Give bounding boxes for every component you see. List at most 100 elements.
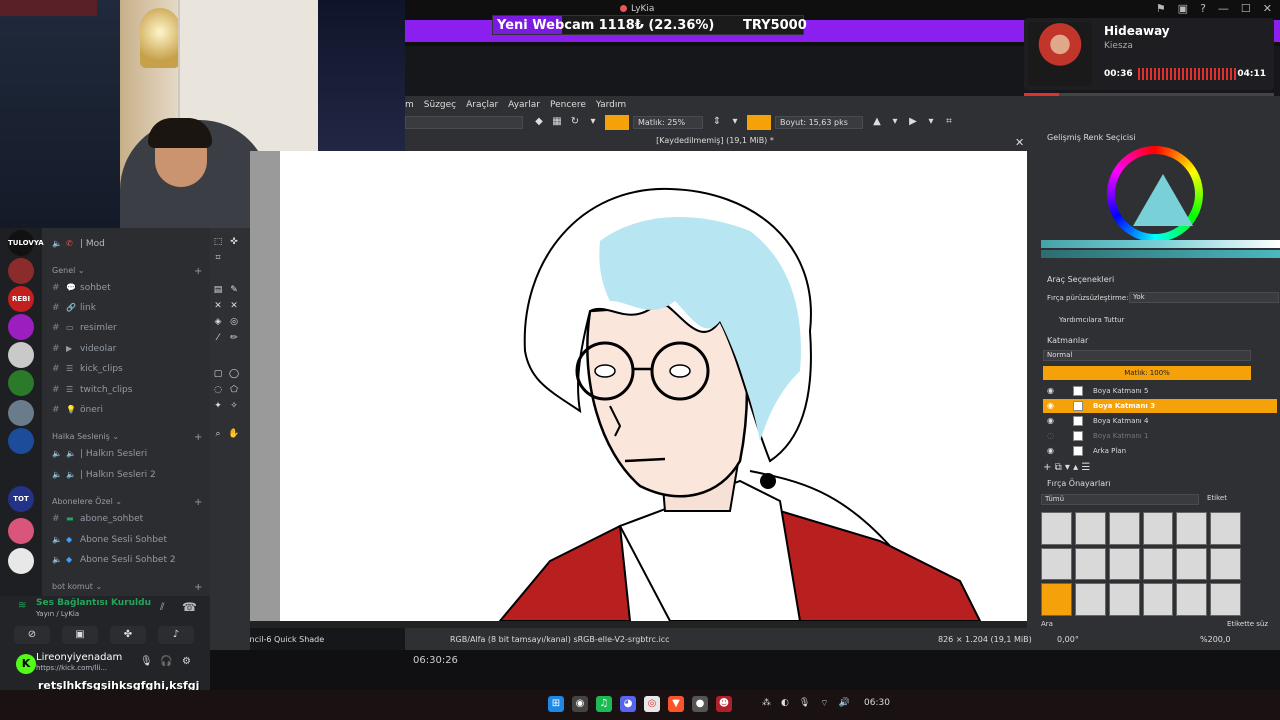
select-icon[interactable]: ⬚ [212,236,224,248]
menu-item-tools[interactable]: Araçlar [466,100,498,110]
server-icon[interactable] [8,428,34,454]
crop-icon[interactable]: ⌗ [212,252,224,264]
add-layer-icon[interactable]: + [1043,462,1051,473]
discord-icon[interactable]: ◕ [620,696,636,712]
drawing-canvas[interactable] [280,151,1027,621]
assist-snap-label[interactable]: Yardımcılara Tuttur [1047,314,1277,326]
activities-button[interactable]: ✤ [110,626,146,644]
server-icon[interactable] [8,370,34,396]
layer-opacity-slider[interactable]: Matlık: 100% [1043,366,1251,380]
server-icon[interactable]: REBI [8,286,34,312]
app-icon[interactable]: ◉ [572,696,588,712]
similar-select-icon[interactable]: ✧ [228,400,240,412]
measure-icon[interactable]: ✕ [228,300,240,312]
add-channel-icon[interactable]: + [194,266,202,277]
brush-icon[interactable]: ✏ [228,332,240,344]
brush-preset[interactable] [1142,583,1174,616]
obs-icon[interactable]: ● [692,696,708,712]
brush-preset[interactable] [1142,547,1174,581]
wifi-icon[interactable]: ⌔ [820,698,828,709]
menu-item-image[interactable]: m [405,100,414,110]
zoom-icon[interactable]: ⌕ [212,428,224,440]
move-down-icon[interactable]: ▾ [1065,462,1070,473]
color-wheel[interactable] [1107,146,1203,242]
menu-item-help[interactable]: Yardım [596,100,626,110]
server-icon[interactable] [8,314,34,340]
brush-preset[interactable] [1176,547,1208,581]
channel-kick-clips[interactable]: # ☰ kick_clips [52,361,123,377]
crop-icon[interactable]: ⌗ [943,116,955,128]
category-halka-seslenis[interactable]: Halka Sesleniş ⌄ + [52,432,202,443]
smoothing-select[interactable]: Yok [1129,292,1279,303]
mirror-icon[interactable]: ▲ [871,116,883,128]
menu-item-window[interactable]: Pencere [550,100,586,110]
eye-icon[interactable]: ◉ [1047,399,1054,413]
brush-preset[interactable] [1176,583,1208,616]
pattern-icon[interactable]: ◎ [228,316,240,328]
brush-tag-button[interactable]: Etiket [1207,494,1227,502]
spotify-icon[interactable]: ♫ [596,696,612,712]
rect-select-icon[interactable]: ▢ [212,368,224,380]
layer-row[interactable]: ◉ Boya Katmanı 5 [1043,384,1277,398]
camera-off-button[interactable]: ⊘ [14,626,50,644]
workspace-select[interactable] [405,115,523,129]
microphone-icon[interactable]: 🎙 [799,698,810,709]
layout-icon[interactable]: ▣ [1178,2,1188,15]
chevron-down-icon[interactable]: ▾ [889,116,901,128]
gear-icon[interactable]: ⚙ [182,656,191,667]
soundboard-button[interactable]: ♪ [158,626,194,644]
menu-item-settings[interactable]: Ayarlar [508,100,540,110]
close-button[interactable]: ✕ [1263,2,1272,15]
server-icon[interactable]: TOT [8,486,34,512]
avatar[interactable]: K [16,654,36,674]
color-slider-1[interactable] [1041,240,1280,248]
channel-twitch-clips[interactable]: # ☰ twitch_clips [52,382,132,398]
brush-preset[interactable] [1041,512,1072,545]
ellipse-select-icon[interactable]: ◯ [228,368,240,380]
brush-preset[interactable] [1074,547,1106,581]
brush-preset[interactable] [1041,547,1072,581]
server-icon[interactable] [8,548,34,574]
chevron-down-icon[interactable]: ▾ [587,116,599,128]
voice-status[interactable]: Ses Bağlantısı Kuruldu [36,598,151,608]
magic-wand-icon[interactable]: ✦ [212,400,224,412]
app-icon[interactable]: ◐ [781,698,789,709]
voice-channel[interactable]: 🔈 ◆ Abone Sesli Sohbet [52,532,167,548]
category-abonelere-ozel[interactable]: Abonelere Özel ⌄ + [52,497,202,508]
close-icon[interactable]: ✕ [1015,136,1024,149]
voice-channel[interactable]: 🔈 🔈 | Halkın Sesleri 2 [52,467,156,483]
brave-icon[interactable]: ▼ [668,696,684,712]
noise-suppression-icon[interactable]: ⫽ [160,602,164,613]
server-icon[interactable] [8,518,34,544]
tray-overflow-icon[interactable]: ⁂ [762,698,771,709]
eye-icon[interactable]: ◉ [1047,414,1054,428]
brush-filter-select[interactable]: Tümü [1041,494,1199,505]
channel-resimler[interactable]: # ▭ resimler [52,320,117,336]
server-icon[interactable] [8,400,34,426]
line-icon[interactable]: ⁄ [212,332,224,344]
brush-search-input[interactable]: Ara [1041,620,1053,628]
user-name[interactable]: Lireonyiyenadam [36,652,122,663]
chevron-down-icon[interactable]: ▾ [925,116,937,128]
channel-sohbet[interactable]: # 💬 sohbet [52,280,111,296]
background-color-swatch[interactable] [747,114,771,130]
volume-icon[interactable]: 🔊 [839,698,850,709]
brush-preset[interactable] [1108,547,1140,581]
category-general[interactable]: Genel ⌄ + [52,266,202,277]
brush-preset[interactable] [1142,512,1174,545]
headphones-icon[interactable]: 🎧 [160,656,172,667]
brush-preset[interactable] [1176,512,1208,545]
brush-preset[interactable] [1210,512,1241,545]
screen-share-button[interactable]: ▣ [62,626,98,644]
channel-mod[interactable]: 🔈 ✆ | Mod [52,236,105,252]
alpha-lock-icon[interactable]: ▦ [551,116,563,128]
foreground-color-swatch[interactable] [605,114,629,130]
chrome-icon[interactable]: ◎ [644,696,660,712]
canvas-area[interactable] [250,151,1027,621]
minimize-button[interactable]: — [1218,2,1229,15]
eye-icon[interactable]: ◌ [1047,429,1054,443]
eraser-icon[interactable]: ◆ [533,116,545,128]
voice-channel[interactable]: 🔈 ◆ Abone Sesli Sohbet 2 [52,552,176,568]
layer-row-active[interactable]: ◉ Boya Katmanı 3 [1043,399,1277,413]
voice-channel-name[interactable]: Yayın / LyKia [36,610,79,618]
